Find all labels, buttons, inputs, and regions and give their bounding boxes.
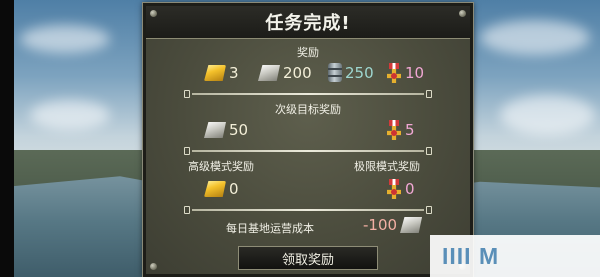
divider	[184, 206, 432, 214]
reward-fuel-value: 250	[345, 63, 374, 82]
claim-reward-button[interactable]: 领取奖励	[238, 246, 378, 270]
silver-bar-icon	[204, 122, 226, 138]
advanced-gold: 0	[204, 180, 239, 198]
extreme-medals: 0	[386, 179, 415, 199]
medal-icon	[386, 63, 402, 83]
reward-medals: 10	[386, 63, 424, 83]
reward-fuel: 250	[328, 63, 374, 82]
secondary-medals-value: 5	[405, 121, 415, 139]
screen-edge	[0, 0, 14, 277]
daily-cost-value: -100	[363, 216, 398, 234]
extreme-label: 极限模式奖励	[354, 160, 420, 173]
daily-cost: -100	[360, 216, 423, 234]
rivet-icon	[150, 10, 157, 17]
medal-icon	[386, 179, 402, 199]
watermark: IIII M	[430, 235, 600, 277]
reward-medals-value: 10	[405, 64, 425, 82]
fuel-barrel-icon	[328, 63, 342, 82]
silver-bar-icon	[258, 65, 280, 81]
rivet-icon	[150, 263, 157, 270]
rivet-icon	[459, 10, 466, 17]
cloud	[480, 20, 590, 55]
cloud	[30, 100, 110, 130]
advanced-label: 高级模式奖励	[188, 160, 254, 173]
reward-gold: 3	[204, 64, 239, 82]
gold-bar-icon	[204, 181, 226, 197]
dialog-title-bar: 任务完成!	[146, 6, 470, 39]
advanced-gold-value: 0	[229, 180, 239, 198]
silver-bar-icon	[400, 217, 423, 233]
secondary-silver-value: 50	[229, 121, 249, 139]
cloud	[500, 95, 595, 135]
secondary-label: 次级目标奖励	[275, 103, 341, 116]
divider	[184, 147, 432, 155]
mission-complete-dialog: 任务完成! 奖励 3 200 250 10 次级目标奖励 50 5 高级模式奖励…	[142, 2, 474, 277]
reward-silver: 200	[258, 64, 312, 82]
rewards-label: 奖励	[297, 46, 319, 59]
reward-silver-value: 200	[283, 64, 312, 82]
dialog-title: 任务完成!	[265, 13, 351, 34]
secondary-medals: 5	[386, 120, 415, 140]
medal-icon	[386, 120, 402, 140]
secondary-silver: 50	[204, 121, 248, 139]
extreme-medals-value: 0	[405, 180, 415, 198]
reward-gold-value: 3	[229, 64, 239, 82]
gold-bar-icon	[204, 65, 226, 81]
divider	[184, 90, 432, 98]
daily-cost-label: 每日基地运营成本	[226, 222, 314, 235]
cloud	[20, 25, 110, 53]
